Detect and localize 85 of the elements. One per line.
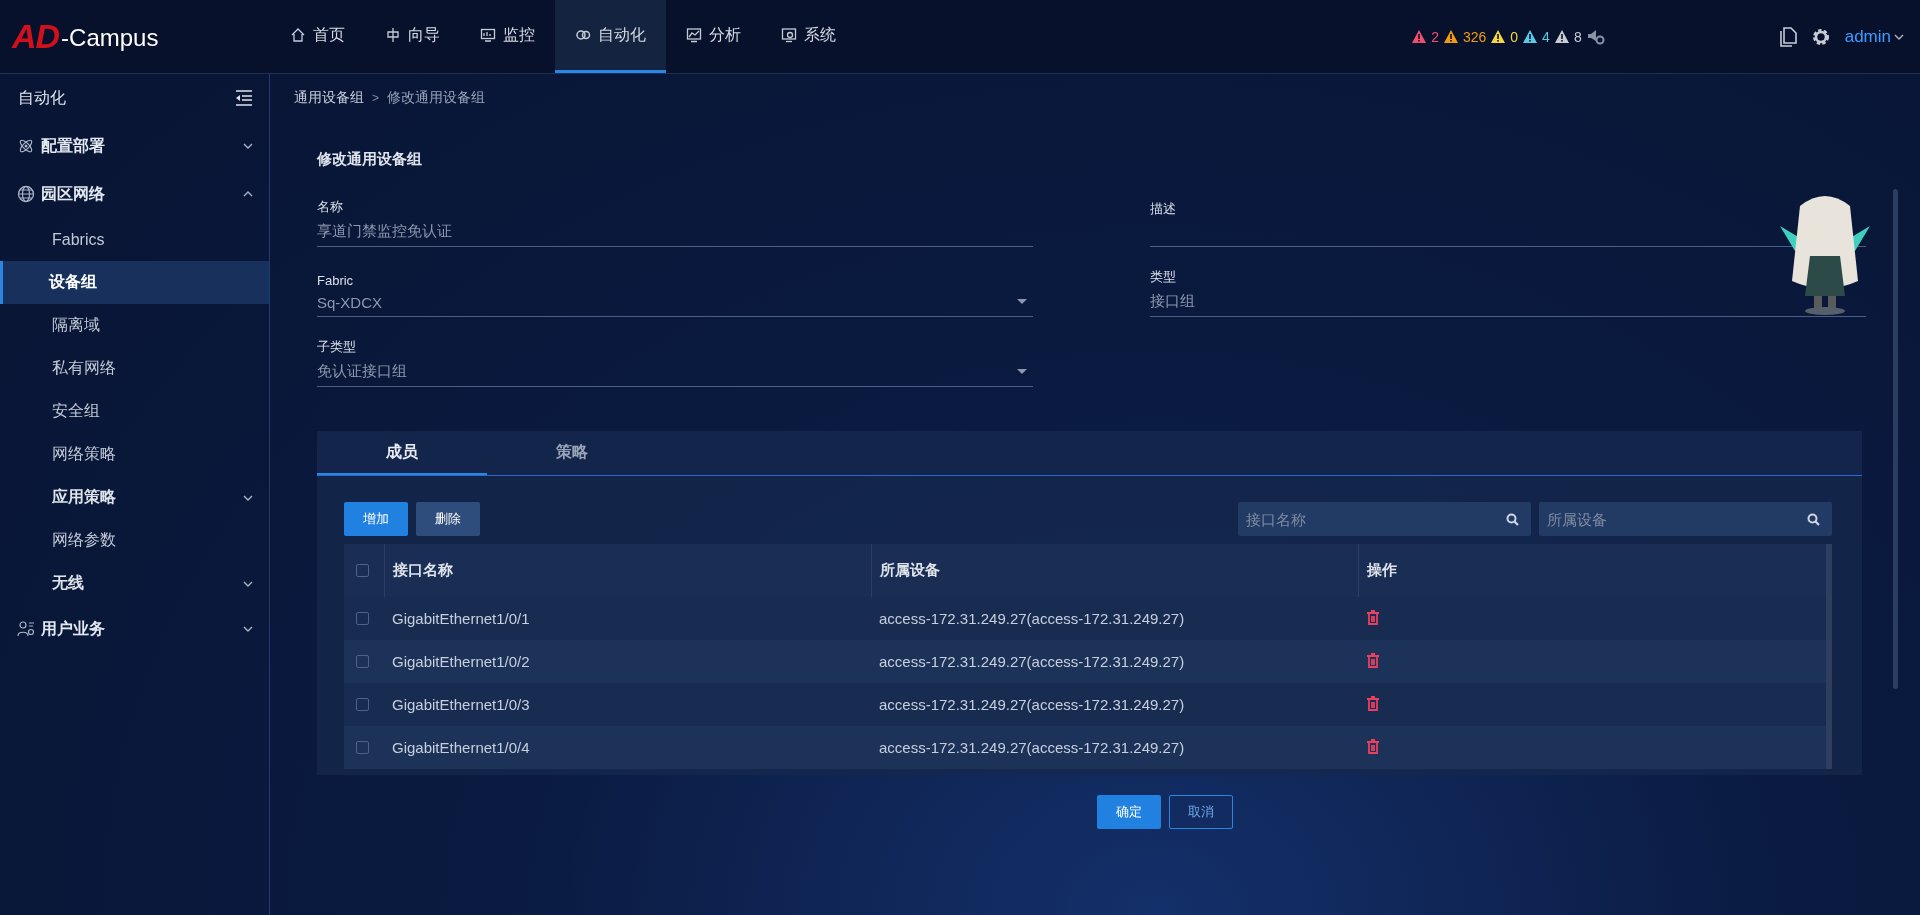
search-icon — [1506, 513, 1519, 526]
checkbox[interactable] — [356, 698, 369, 711]
table-cell-text: access-172.31.249.27(access-172.31.249.27) — [878, 610, 1186, 627]
sidebar-group[interactable]: 用户业务 — [0, 605, 269, 653]
sidebar-group[interactable]: 配置部署 — [0, 122, 269, 170]
alert-count: 4 — [1542, 28, 1550, 45]
alert-count: 8 — [1573, 28, 1582, 45]
delete-button[interactable]: 删除 — [416, 502, 480, 536]
dropdown-caret-icon — [1017, 369, 1027, 374]
sidebar-item[interactable]: 网络参数 — [0, 519, 269, 562]
search-field[interactable]: 所属设备 — [1539, 502, 1832, 536]
search-field[interactable]: 接口名称 — [1238, 502, 1531, 536]
table-cell-text: access-172.31.249.27(access-172.31.249.27) — [878, 696, 1186, 713]
nav-tab[interactable]: 分析 — [666, 0, 761, 73]
chart-icon — [686, 27, 702, 43]
nav-tab[interactable]: 监控 — [460, 0, 555, 73]
table-cell-text: GigabitEthernet1/0/3 — [391, 696, 531, 713]
warning-icon[interactable] — [1491, 30, 1506, 43]
sidebar-group[interactable]: 园区网络 — [0, 170, 269, 218]
chevron-icon — [243, 580, 253, 587]
alert-count: 0 — [1510, 28, 1519, 45]
table-cell-text: access-172.31.249.27(access-172.31.249.27) — [878, 739, 1186, 756]
alert-count: 2 — [1431, 28, 1439, 45]
collapse-menu-icon[interactable] — [235, 90, 253, 106]
select-field[interactable]: 子类型 免认证接口组 — [317, 333, 1033, 387]
breadcrumb-separator: > — [372, 91, 379, 105]
trash-icon[interactable] — [1366, 738, 1380, 754]
speaker-gear-icon[interactable] — [1586, 28, 1605, 45]
trash-icon[interactable] — [1366, 652, 1380, 668]
trash-icon[interactable] — [1366, 609, 1380, 625]
atom-icon — [17, 137, 35, 155]
chevron-icon — [1894, 33, 1904, 40]
checkbox[interactable] — [356, 612, 369, 625]
document-icon[interactable] — [1779, 26, 1797, 47]
users-gear-icon — [17, 620, 35, 638]
chevron-icon — [243, 191, 253, 197]
chevron-icon — [243, 626, 253, 632]
nav-tab[interactable]: 系统 — [761, 0, 856, 73]
sidebar-item[interactable]: Fabrics — [0, 218, 269, 261]
dropdown-caret-icon — [1017, 299, 1027, 304]
table-cell-text: GigabitEthernet1/0/2 — [391, 653, 531, 670]
search-icon — [1807, 513, 1820, 526]
tab[interactable]: 成员 — [317, 431, 487, 475]
checkbox[interactable] — [356, 741, 369, 754]
cancel-button[interactable]: 取消 — [1168, 795, 1233, 829]
scrollbar[interactable] — [1893, 189, 1898, 689]
nav-tab[interactable]: 向导 — [365, 0, 460, 73]
sidebar-title: 自动化 — [18, 87, 66, 108]
breadcrumb-item[interactable]: 通用设备组 — [294, 89, 364, 107]
table-cell-text: access-172.31.249.27(access-172.31.249.27) — [878, 653, 1186, 670]
nav-tab[interactable]: 首页 — [270, 0, 365, 73]
warning-icon[interactable] — [1554, 30, 1569, 43]
confirm-button[interactable]: 确定 — [1096, 795, 1161, 829]
tab[interactable]: 策略 — [487, 431, 657, 475]
checkbox[interactable] — [356, 655, 369, 668]
chevron-icon — [243, 494, 253, 501]
form-title: 修改通用设备组 — [317, 150, 423, 169]
chevron-icon — [243, 143, 253, 149]
globe-icon — [17, 185, 35, 203]
table-cell-text: GigabitEthernet1/0/4 — [391, 739, 531, 756]
alert-count: 326 — [1462, 28, 1487, 45]
table-cell-text: GigabitEthernet1/0/1 — [391, 610, 531, 627]
warning-icon[interactable] — [1523, 30, 1538, 43]
user-menu[interactable]: admin — [1844, 26, 1904, 47]
sidebar-item[interactable]: 应用策略 — [0, 476, 269, 519]
sidebar-item[interactable]: 无线 — [0, 562, 269, 605]
breadcrumb-item: 修改通用设备组 — [387, 89, 485, 107]
settings-icon[interactable] — [1810, 26, 1831, 47]
input-field[interactable]: 名称 享道门禁监控免认证 — [317, 193, 1033, 247]
sidebar-item[interactable]: 隔离域 — [0, 304, 269, 347]
sidebar-item[interactable]: 网络策略 — [0, 433, 269, 476]
warning-icon[interactable] — [1412, 30, 1427, 43]
nav-tab[interactable]: 自动化 — [555, 0, 666, 73]
trash-icon[interactable] — [1366, 695, 1380, 711]
warning-icon[interactable] — [1443, 30, 1458, 43]
sidebar-item[interactable]: 私有网络 — [0, 347, 269, 390]
sidebar-item[interactable]: 设备组 — [0, 261, 269, 304]
screen-gear-icon — [781, 27, 797, 43]
home-icon — [290, 27, 306, 43]
sidebar-item[interactable]: 安全组 — [0, 390, 269, 433]
logo: AD-Campus — [10, 17, 160, 56]
monitor-icon — [480, 27, 496, 43]
add-button[interactable]: 增加 — [344, 502, 408, 536]
select-field[interactable]: Fabric Sq-XDCX — [317, 263, 1033, 317]
checkbox[interactable] — [356, 564, 369, 577]
